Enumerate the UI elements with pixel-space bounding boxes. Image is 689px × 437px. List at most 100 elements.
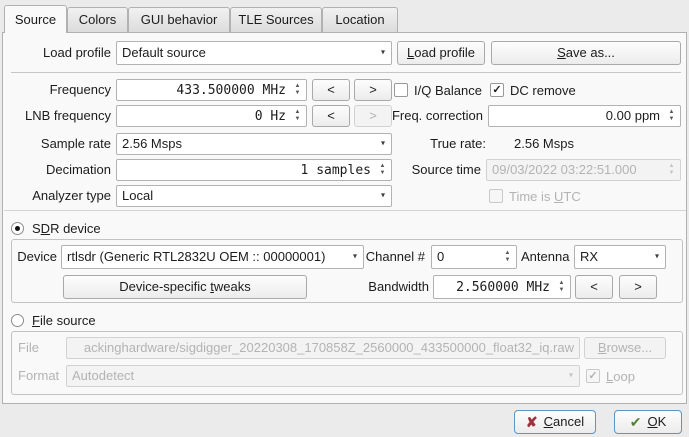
frequency-label: Frequency bbox=[11, 79, 111, 101]
iq-balance-label: I/Q Balance bbox=[414, 83, 482, 98]
true-rate-label: True rate: bbox=[398, 133, 486, 155]
file-label: File bbox=[18, 337, 60, 359]
bandwidth-step-down-button[interactable]: < bbox=[575, 275, 613, 299]
load-profile-label: Load profile bbox=[11, 42, 111, 64]
device-combo[interactable]: rtlsdr (Generic RTL2832U OEM :: 00000001… bbox=[61, 245, 364, 269]
source-time-input: 09/03/2022 03:22:51.000 ▲ ▼ bbox=[486, 159, 681, 181]
bandwidth-label: Bandwidth bbox=[349, 276, 429, 298]
loop-checkbox: ✓ Loop bbox=[586, 368, 635, 384]
tab-tle-sources[interactable]: TLE Sources bbox=[230, 7, 322, 32]
frequency-step-down-button[interactable]: < bbox=[312, 79, 350, 101]
tab-source[interactable]: Source bbox=[4, 5, 67, 33]
profile-combo-value: Default source bbox=[122, 45, 206, 60]
spin-down-icon[interactable]: ▼ bbox=[669, 117, 675, 122]
browse-button: Browse... bbox=[584, 337, 666, 359]
spin-down-icon[interactable]: ▼ bbox=[295, 91, 301, 96]
lnb-step-down-button[interactable]: < bbox=[312, 105, 350, 127]
analyzer-type-label: Analyzer type bbox=[11, 185, 111, 207]
profile-combo[interactable]: Default source ▾ bbox=[116, 41, 392, 65]
checkbox-box bbox=[489, 189, 503, 203]
cancel-button[interactable]: ✘ Cancel bbox=[514, 410, 596, 434]
spin-down-icon[interactable]: ▼ bbox=[505, 258, 511, 263]
loop-label: Loop bbox=[606, 369, 635, 384]
antenna-combo-value: RX bbox=[580, 249, 598, 264]
dropdown-arrow-icon: ▾ bbox=[569, 366, 573, 386]
dc-remove-label: DC remove bbox=[510, 83, 576, 98]
spin-up-icon[interactable]: ▲ bbox=[669, 110, 675, 115]
format-combo-value: Autodetect bbox=[72, 368, 134, 383]
sdr-device-radio[interactable]: SDR device bbox=[11, 221, 101, 236]
antenna-combo[interactable]: RX ▾ bbox=[574, 245, 666, 269]
bandwidth-input[interactable]: 2.560000 MHz ▲ ▼ bbox=[433, 275, 571, 299]
time-is-utc-label: Time is UTC bbox=[509, 189, 581, 204]
radio-selected-icon[interactable] bbox=[11, 222, 24, 235]
file-source-radio-label: File source bbox=[32, 313, 96, 328]
checkbox-check-icon[interactable]: ✓ bbox=[490, 83, 504, 97]
spin-up-icon[interactable]: ▲ bbox=[295, 84, 301, 89]
frequency-spinner[interactable]: ▲ ▼ bbox=[290, 81, 305, 99]
ok-button-label: OK bbox=[647, 411, 666, 433]
true-rate-value: 2.56 Msps bbox=[514, 133, 634, 155]
tab-location[interactable]: Location bbox=[322, 7, 398, 32]
device-combo-value: rtlsdr (Generic RTL2832U OEM :: 00000001… bbox=[67, 249, 325, 264]
file-path-value: ackinghardware/sigdigger_20220308_170858… bbox=[84, 340, 574, 355]
lnb-spinner[interactable]: ▲ ▼ bbox=[290, 107, 305, 125]
checkbox-check-icon: ✓ bbox=[586, 369, 600, 383]
checkbox-box[interactable] bbox=[394, 83, 408, 97]
spin-up-icon: ▲ bbox=[669, 164, 675, 169]
source-tab-pane: Load profile Default source ▾ Load profi… bbox=[2, 32, 687, 404]
channel-value: 0 bbox=[437, 249, 444, 264]
freq-correction-spinner[interactable]: ▲ ▼ bbox=[664, 107, 679, 125]
tab-gui-behavior[interactable]: GUI behavior bbox=[128, 7, 230, 32]
channel-spinner[interactable]: ▲ ▼ bbox=[500, 247, 515, 267]
lnb-frequency-label: LNB frequency bbox=[11, 105, 111, 127]
antenna-label: Antenna bbox=[521, 246, 569, 268]
format-combo: Autodetect ▾ bbox=[66, 365, 580, 387]
save-as-button[interactable]: Save as... bbox=[491, 41, 681, 65]
frequency-step-up-button[interactable]: > bbox=[354, 79, 392, 101]
spin-down-icon[interactable]: ▼ bbox=[295, 117, 301, 122]
analyzer-type-combo[interactable]: Local ▾ bbox=[116, 185, 392, 207]
spin-up-icon[interactable]: ▲ bbox=[559, 281, 565, 286]
dropdown-arrow-icon: ▾ bbox=[655, 246, 659, 268]
spin-up-icon[interactable]: ▲ bbox=[295, 110, 301, 115]
frequency-value: 433.500000 MHz bbox=[176, 83, 286, 98]
device-label: Device bbox=[15, 246, 57, 268]
file-source-radio[interactable]: File source bbox=[11, 313, 96, 328]
tab-colors[interactable]: Colors bbox=[67, 7, 128, 32]
channel-input[interactable]: 0 ▲ ▼ bbox=[431, 245, 517, 269]
cancel-x-icon: ✘ bbox=[526, 411, 538, 433]
dropdown-arrow-icon: ▾ bbox=[381, 134, 385, 154]
format-label: Format bbox=[18, 365, 62, 387]
freq-correction-label: Freq. correction bbox=[363, 105, 483, 127]
bandwidth-step-up-button[interactable]: > bbox=[619, 275, 657, 299]
spin-down-icon[interactable]: ▼ bbox=[559, 288, 565, 293]
spin-up-icon[interactable]: ▲ bbox=[505, 251, 511, 256]
analyzer-type-value: Local bbox=[122, 188, 153, 203]
freq-correction-value: 0.00 ppm bbox=[606, 108, 660, 123]
channel-label: Channel # bbox=[363, 246, 425, 268]
bandwidth-spinner[interactable]: ▲ ▼ bbox=[554, 277, 569, 297]
freq-correction-input[interactable]: 0.00 ppm ▲ ▼ bbox=[488, 105, 681, 127]
dc-remove-checkbox[interactable]: ✓ DC remove bbox=[490, 82, 576, 98]
lnb-frequency-input[interactable]: 0 Hz ▲ ▼ bbox=[116, 105, 307, 127]
bandwidth-value: 2.560000 MHz bbox=[456, 280, 550, 295]
spin-down-icon: ▼ bbox=[669, 171, 675, 176]
dropdown-arrow-icon: ▾ bbox=[353, 246, 357, 268]
cancel-button-label: Cancel bbox=[544, 411, 584, 433]
ok-check-icon: ✔ bbox=[630, 411, 642, 433]
ok-button[interactable]: ✔ OK bbox=[614, 410, 682, 434]
device-specific-tweaks-button[interactable]: Device-specific tweaks bbox=[63, 275, 307, 299]
sdr-device-radio-label: SDR device bbox=[32, 221, 101, 236]
separator bbox=[4, 210, 686, 211]
radio-unselected-icon[interactable] bbox=[11, 314, 24, 327]
source-time-spinner: ▲ ▼ bbox=[664, 161, 679, 179]
frequency-input[interactable]: 433.500000 MHz ▲ ▼ bbox=[116, 79, 307, 101]
separator bbox=[11, 72, 681, 73]
source-time-value: 09/03/2022 03:22:51.000 bbox=[492, 162, 637, 177]
sample-rate-combo[interactable]: 2.56 Msps ▾ bbox=[116, 133, 392, 155]
load-profile-button[interactable]: Load profile bbox=[397, 41, 485, 65]
iq-balance-checkbox[interactable]: I/Q Balance bbox=[394, 82, 482, 98]
decimation-input[interactable]: 1 samples ▲ ▼ bbox=[116, 159, 392, 181]
sample-rate-value: 2.56 Msps bbox=[122, 136, 182, 151]
